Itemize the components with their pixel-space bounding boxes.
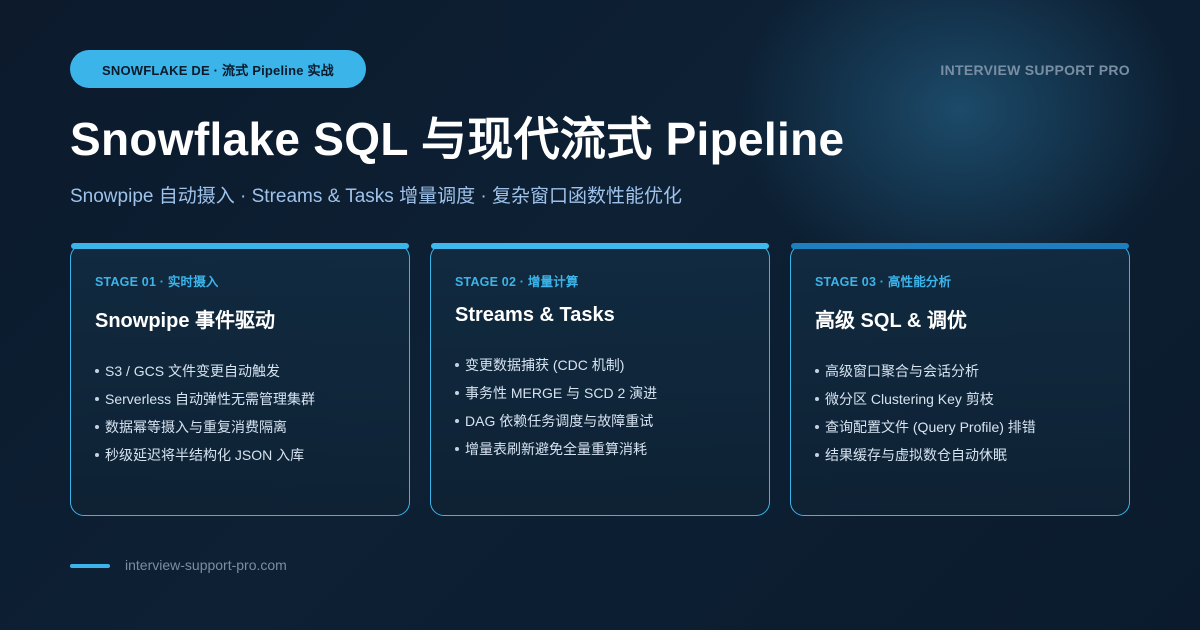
footer-url[interactable]: interview-support-pro.com [125, 557, 287, 573]
list-item-text: 事务性 MERGE 与 SCD 2 演进 [465, 385, 658, 401]
stage-card-2: STAGE 02 · 增量计算 Streams & Tasks 变更数据捕获 (… [430, 243, 770, 516]
list-item: 微分区 Clustering Key 剪枝 [815, 385, 1105, 413]
list-item: 查询配置文件 (Query Profile) 排错 [815, 413, 1105, 441]
card-title: 高级 SQL & 调优 [815, 310, 967, 332]
list-item-text: 高级窗口聚合与会话分析 [825, 363, 979, 379]
list-item: S3 / GCS 文件变更自动触发 [95, 357, 385, 385]
list-item-text: 微分区 Clustering Key 剪枝 [825, 391, 994, 407]
bullet-icon [95, 425, 99, 429]
card-title: Streams & Tasks [455, 304, 615, 326]
bullet-icon [455, 447, 459, 451]
card-item-list: 变更数据捕获 (CDC 机制) 事务性 MERGE 与 SCD 2 演进 DAG… [455, 351, 745, 463]
list-item: 事务性 MERGE 与 SCD 2 演进 [455, 379, 745, 407]
list-item: 变更数据捕获 (CDC 机制) [455, 351, 745, 379]
list-item: 结果缓存与虚拟数仓自动休眠 [815, 441, 1105, 469]
list-item-text: S3 / GCS 文件变更自动触发 [105, 363, 281, 379]
list-item: 高级窗口聚合与会话分析 [815, 357, 1105, 385]
page-subtitle: Snowpipe 自动摄入 · Streams & Tasks 增量调度 · 复… [70, 186, 682, 207]
list-item-text: 变更数据捕获 (CDC 机制) [465, 357, 625, 373]
list-item: 增量表刷新避免全量重算消耗 [455, 435, 745, 463]
card-title: Snowpipe 事件驱动 [95, 310, 275, 332]
list-item-text: 结果缓存与虚拟数仓自动休眠 [825, 447, 1007, 463]
list-item: Serverless 自动弹性无需管理集群 [95, 385, 385, 413]
bullet-icon [95, 369, 99, 373]
stage-label: STAGE 03 · 高性能分析 [815, 275, 952, 289]
card-accent-bar [791, 243, 1129, 249]
list-item: 秒级延迟将半结构化 JSON 入库 [95, 441, 385, 469]
list-item-text: 秒级延迟将半结构化 JSON 入库 [105, 447, 305, 463]
list-item-text: 增量表刷新避免全量重算消耗 [465, 441, 647, 457]
bullet-icon [815, 453, 819, 457]
brand-name: INTERVIEW SUPPORT PRO [940, 62, 1130, 78]
card-item-list: S3 / GCS 文件变更自动触发 Serverless 自动弹性无需管理集群 … [95, 357, 385, 469]
stage-cards: STAGE 01 · 实时摄入 Snowpipe 事件驱动 S3 / GCS 文… [70, 243, 1130, 516]
card-accent-bar [71, 243, 409, 249]
list-item-text: Serverless 自动弹性无需管理集群 [105, 391, 316, 407]
stage-label: STAGE 01 · 实时摄入 [95, 275, 219, 289]
page-title: Snowflake SQL 与现代流式 Pipeline [70, 113, 845, 165]
stage-card-3: STAGE 03 · 高性能分析 高级 SQL & 调优 高级窗口聚合与会话分析… [790, 243, 1130, 516]
list-item: DAG 依赖任务调度与故障重试 [455, 407, 745, 435]
bullet-icon [95, 453, 99, 457]
list-item-text: 查询配置文件 (Query Profile) 排错 [825, 419, 1036, 435]
stage-card-1: STAGE 01 · 实时摄入 Snowpipe 事件驱动 S3 / GCS 文… [70, 243, 410, 516]
footer-accent-line [70, 564, 110, 568]
bullet-icon [815, 397, 819, 401]
bullet-icon [815, 369, 819, 373]
bullet-icon [95, 397, 99, 401]
list-item-text: DAG 依赖任务调度与故障重试 [465, 413, 654, 429]
card-item-list: 高级窗口聚合与会话分析 微分区 Clustering Key 剪枝 查询配置文件… [815, 357, 1105, 469]
bullet-icon [815, 425, 819, 429]
card-accent-bar [431, 243, 769, 249]
stage-label: STAGE 02 · 增量计算 [455, 275, 579, 289]
category-badge: SNOWFLAKE DE · 流式 Pipeline 实战 [70, 50, 366, 88]
bullet-icon [455, 391, 459, 395]
bullet-icon [455, 363, 459, 367]
list-item: 数据幂等摄入与重复消费隔离 [95, 413, 385, 441]
bullet-icon [455, 419, 459, 423]
list-item-text: 数据幂等摄入与重复消费隔离 [105, 419, 287, 435]
